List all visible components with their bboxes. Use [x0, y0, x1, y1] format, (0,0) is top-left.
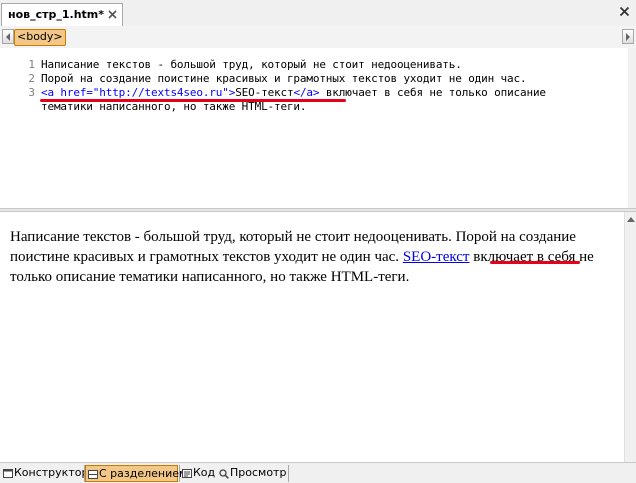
scroll-up-icon[interactable]	[627, 216, 635, 222]
tag-selector-body[interactable]: <body>	[14, 29, 66, 46]
code-view-label: Код	[193, 466, 216, 479]
code-link-text: SEO-текст	[235, 86, 294, 99]
code-view-icon	[182, 469, 192, 478]
code-close-tag: </a>	[293, 86, 320, 99]
red-highlight-underline	[490, 261, 580, 264]
split-view-button[interactable]: С разделением	[85, 465, 187, 482]
code-rest-text: включает в себя не только описание	[319, 86, 546, 99]
code-pane[interactable]: 1 2 3 Написание текстов - большой труд, …	[0, 48, 636, 208]
line-number: 1	[28, 58, 35, 71]
code-href-value: "http://texts4seo.ru"	[92, 86, 229, 99]
design-scrollbar[interactable]	[624, 212, 636, 462]
arrow-right-icon	[626, 33, 630, 41]
split-view-label: С разделением	[99, 467, 188, 480]
document-tab-strip: нов_стр_1.htm*	[0, 0, 636, 27]
code-open-tag: <a href=	[41, 86, 93, 99]
preview-view-icon	[219, 469, 229, 479]
design-pane[interactable]: Написание текстов - большой труд, которы…	[0, 212, 636, 462]
split-view-icon	[88, 470, 98, 479]
design-view-label: Конструктор	[14, 466, 89, 479]
close-document-icon[interactable]	[619, 6, 630, 17]
code-editor[interactable]: Написание текстов - большой труд, которы…	[37, 48, 628, 208]
seo-text-link[interactable]: SEO-текст	[403, 249, 470, 265]
red-highlight-underline	[40, 99, 346, 102]
code-view-button[interactable]: Код	[180, 465, 216, 482]
tag-selector-bar: <body>	[0, 26, 636, 49]
view-separator	[288, 465, 289, 482]
line-number: 3	[28, 86, 35, 99]
line-number-gutter: 1 2 3	[0, 48, 37, 208]
code-line: Порой на создание поистине красивых и гр…	[41, 72, 527, 85]
preview-view-label: Просмотр	[230, 466, 287, 479]
document-tab[interactable]: нов_стр_1.htm*	[1, 3, 123, 26]
code-line: <a href="http://texts4seo.ru">SEO-текст<…	[41, 86, 546, 99]
preview-view-button[interactable]: Просмотр	[217, 465, 287, 482]
document-tab-title: нов_стр_1.htm*	[8, 8, 105, 21]
design-paragraph: Написание текстов - большой труд, которы…	[10, 227, 600, 287]
design-view-icon	[3, 469, 13, 478]
design-view-button[interactable]: Конструктор	[1, 465, 88, 482]
view-mode-bar: Конструктор С разделением Код Просмотр	[0, 462, 636, 483]
code-line: Написание текстов - большой труд, которы…	[41, 58, 462, 71]
code-scrollbar[interactable]	[628, 48, 636, 208]
tag-scroll-left-button[interactable]	[2, 29, 14, 44]
arrow-left-icon	[6, 33, 10, 41]
tag-scroll-right-button[interactable]	[622, 29, 634, 44]
line-number: 2	[28, 72, 35, 85]
tab-close-icon[interactable]	[107, 9, 118, 20]
